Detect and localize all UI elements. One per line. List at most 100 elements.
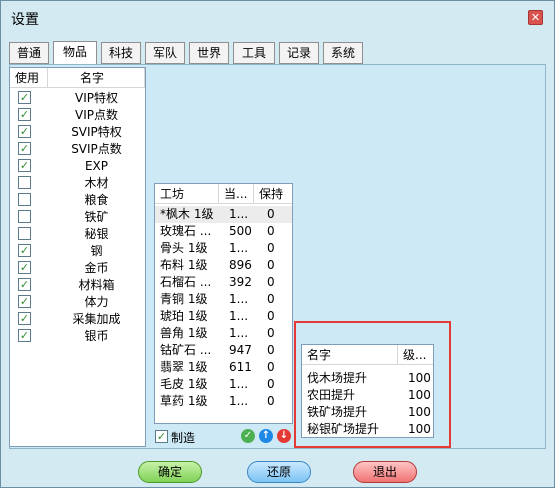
use-checkbox[interactable] [18, 176, 31, 189]
workshop-cell: 石榴石 ... [160, 275, 212, 289]
exit-button[interactable]: 退出 [353, 461, 417, 483]
list-item[interactable]: VIP点数 [10, 107, 145, 124]
use-checkbox[interactable] [18, 142, 31, 155]
workshop-cell: 琥珀 1级 [160, 309, 208, 323]
table-row[interactable]: 草药 1级 1... 0 [155, 393, 292, 410]
use-checkbox[interactable] [18, 329, 31, 342]
tab-tech[interactable]: 科技 [101, 42, 141, 64]
list-item[interactable]: 体力 [10, 294, 145, 311]
table-row[interactable]: 兽角 1级 1... 0 [155, 325, 292, 342]
current-cell: 392 [229, 275, 252, 289]
table-row[interactable]: 琥珀 1级 1... 0 [155, 308, 292, 325]
column-current[interactable]: 当... [219, 184, 254, 204]
column-use[interactable]: 使用 [10, 68, 48, 88]
current-cell: 1... [229, 241, 249, 255]
current-cell: 1... [229, 309, 249, 323]
keep-cell: 0 [267, 275, 275, 289]
tab-system[interactable]: 系统 [323, 42, 363, 64]
tab-items[interactable]: 物品 [53, 41, 97, 65]
keep-cell: 0 [267, 377, 275, 391]
workshop-list[interactable]: 工坊 当... 保持 *枫木 1级 1... 0 玫瑰石 ... 500 0 骨头 1级 1.… [154, 183, 293, 424]
use-checkbox[interactable] [18, 193, 31, 206]
item-name: EXP [84, 159, 109, 173]
column-keep[interactable]: 保持 [254, 184, 292, 204]
list-item[interactable]: 材料箱 [10, 277, 145, 294]
column-workshop[interactable]: 工坊 [155, 184, 219, 204]
move-up-icon[interactable]: ↑ [259, 429, 273, 443]
current-cell: 500 [229, 224, 252, 238]
list-item[interactable]: 金币 [10, 260, 145, 277]
tab-tools[interactable]: 工具 [233, 42, 275, 64]
keep-cell: 0 [267, 360, 275, 374]
item-name: 材料箱 [78, 278, 115, 292]
table-row[interactable]: 石榴石 ... 392 0 [155, 274, 292, 291]
column-name[interactable]: 名字 [48, 68, 145, 88]
use-checkbox[interactable] [18, 108, 31, 121]
reset-button[interactable]: 还原 [247, 461, 311, 483]
list-item[interactable]: 秘银 [10, 226, 145, 243]
item-name: 银币 [84, 329, 109, 343]
tab-general[interactable]: 普通 [9, 42, 49, 64]
workshop-cell: 布料 1级 [160, 258, 208, 272]
items-list-header: 使用 名字 [10, 68, 145, 88]
list-item[interactable]: SVIP点数 [10, 141, 145, 158]
item-name: 粮食 [84, 193, 109, 207]
table-row[interactable]: *枫木 1级 1... 0 [155, 206, 292, 223]
keep-cell: 0 [267, 224, 275, 238]
keep-cell: 0 [267, 258, 275, 272]
use-checkbox[interactable] [18, 312, 31, 325]
current-cell: 611 [229, 360, 252, 374]
item-name: VIP特权 [75, 91, 118, 105]
table-row[interactable]: 毛皮 1级 1... 0 [155, 376, 292, 393]
tab-world[interactable]: 世界 [189, 42, 229, 64]
list-item[interactable]: 铁矿 [10, 209, 145, 226]
settings-window: 设置 ✕ 普通 物品 科技 军队 世界 工具 记录 系统 使用 名字 VIP特权… [0, 0, 555, 488]
use-checkbox[interactable] [18, 295, 31, 308]
current-cell: 1... [229, 207, 249, 221]
use-checkbox[interactable] [18, 278, 31, 291]
list-item[interactable]: VIP特权 [10, 90, 145, 107]
list-item[interactable]: 钢 [10, 243, 145, 260]
tab-army[interactable]: 军队 [145, 42, 185, 64]
current-cell: 896 [229, 258, 252, 272]
table-row[interactable]: 钴矿石 ... 947 0 [155, 342, 292, 359]
confirm-check-icon[interactable]: ✓ [241, 429, 255, 443]
table-row[interactable]: 布料 1级 896 0 [155, 257, 292, 274]
tab-log[interactable]: 记录 [279, 42, 319, 64]
items-list[interactable]: 使用 名字 VIP特权 VIP点数 SVIP特权 SVIP点数 EXP 木材粮食铁矿秘银钢… [9, 67, 146, 447]
table-row[interactable]: 青铜 1级 1... 0 [155, 291, 292, 308]
list-item[interactable]: SVIP特权 [10, 124, 145, 141]
list-item[interactable]: 粮食 [10, 192, 145, 209]
list-item[interactable]: 银币 [10, 328, 145, 345]
ok-button[interactable]: 确定 [138, 461, 202, 483]
table-row[interactable]: 翡翠 1级 611 0 [155, 359, 292, 376]
list-item[interactable]: 木材 [10, 175, 145, 192]
use-checkbox[interactable] [18, 125, 31, 138]
list-item[interactable]: 采集加成 [10, 311, 145, 328]
item-name: 钢 [90, 244, 103, 258]
window-title: 设置 [11, 12, 39, 28]
use-checkbox[interactable] [18, 261, 31, 274]
table-row[interactable]: 骨头 1级 1... 0 [155, 240, 292, 257]
workshop-cell: 毛皮 1级 [160, 377, 208, 391]
workshop-cell: 玫瑰石 ... [160, 224, 212, 238]
use-checkbox[interactable] [18, 244, 31, 257]
close-icon[interactable]: ✕ [528, 10, 543, 25]
item-name: VIP点数 [75, 108, 118, 122]
current-cell: 1... [229, 377, 249, 391]
keep-cell: 0 [267, 292, 275, 306]
use-checkbox[interactable] [18, 91, 31, 104]
use-checkbox[interactable] [18, 159, 31, 172]
list-item[interactable]: EXP [10, 158, 145, 175]
move-down-icon[interactable]: ↓ [277, 429, 291, 443]
table-row[interactable]: 玫瑰石 ... 500 0 [155, 223, 292, 240]
make-label: 制造 [171, 431, 196, 445]
highlight-box [294, 321, 451, 448]
workshop-cell: *枫木 1级 [160, 207, 214, 221]
item-name: 采集加成 [72, 312, 121, 326]
workshop-list-header: 工坊 当... 保持 [155, 184, 292, 204]
current-cell: 1... [229, 292, 249, 306]
make-checkbox[interactable] [155, 430, 168, 443]
use-checkbox[interactable] [18, 210, 31, 223]
use-checkbox[interactable] [18, 227, 31, 240]
